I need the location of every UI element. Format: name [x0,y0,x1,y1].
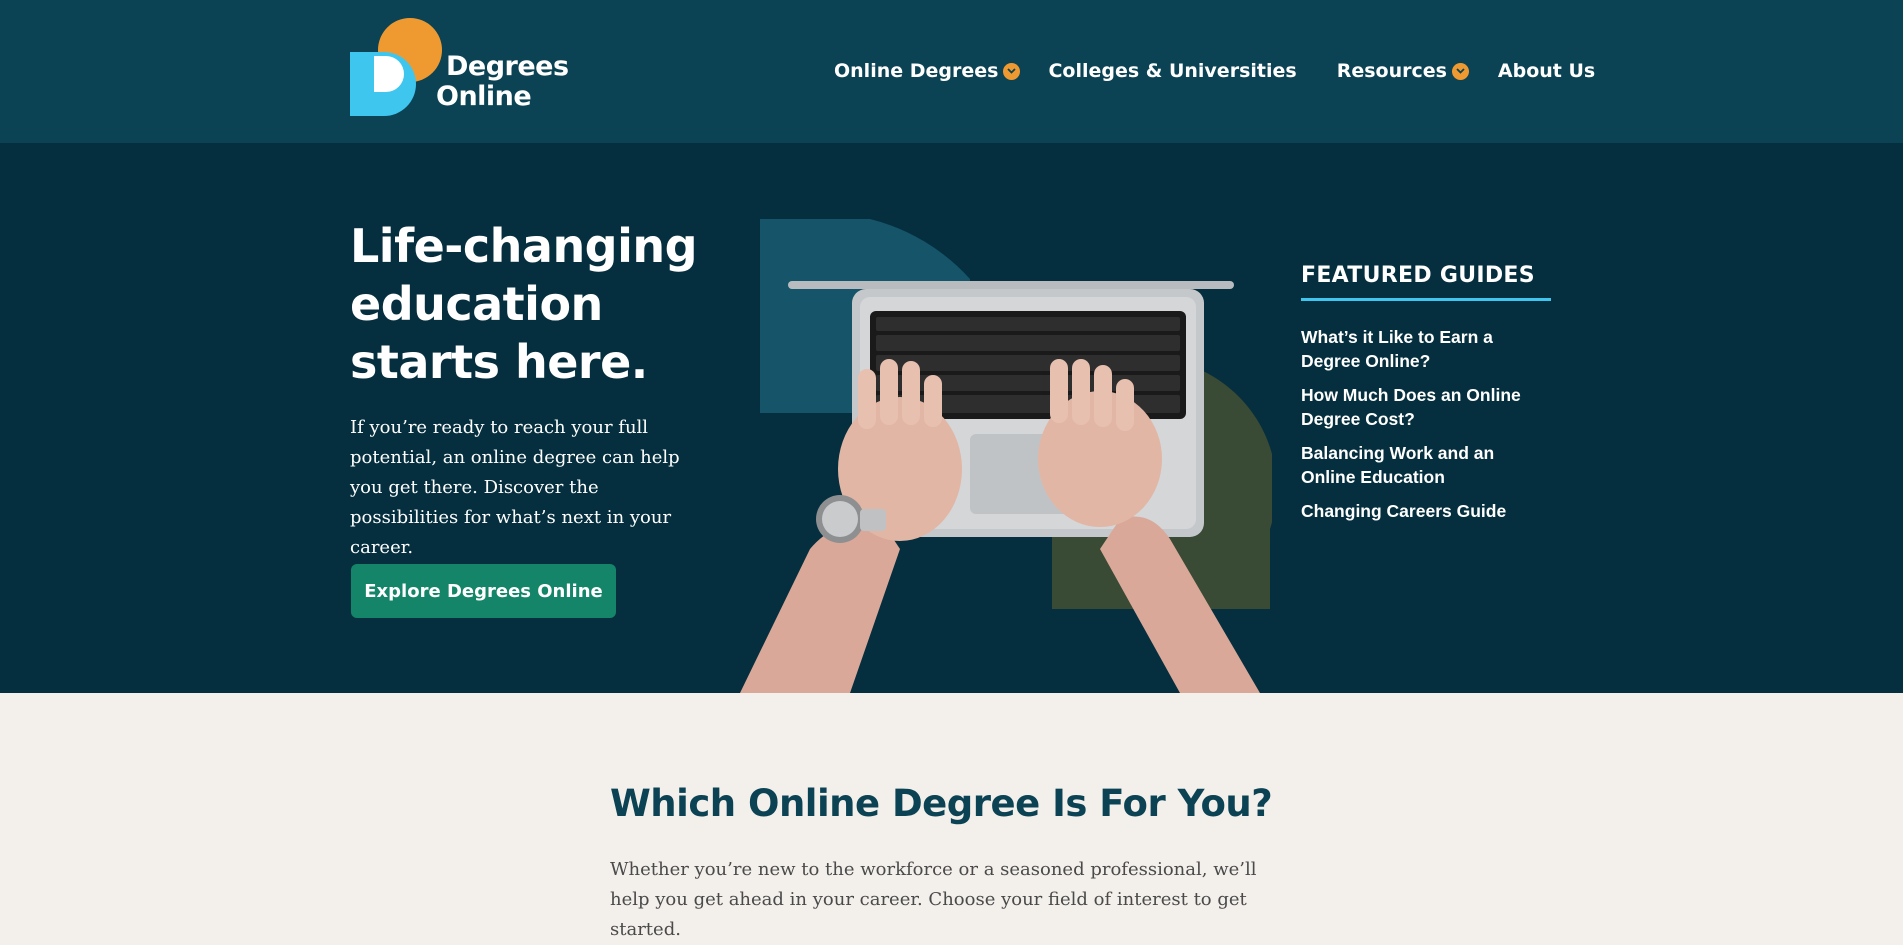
site-header: Degrees Online Online Degrees Colleges &… [0,0,1903,143]
laptop-typing-hands-image [740,219,1272,693]
nav-about-us[interactable]: About Us [1498,60,1595,82]
featured-guide-link[interactable]: How Much Does an Online Degree Cost? [1301,383,1551,431]
featured-guide-link[interactable]: What’s it Like to Earn a Degree Online? [1301,325,1551,373]
hero-lead: If you’re ready to reach your full poten… [350,417,680,558]
degrees-section-title: Which Online Degree Is For You? [610,782,1273,825]
featured-guides-heading: FEATURED GUIDES [1301,263,1551,301]
logo-line-2: Online [436,81,532,112]
featured-guide-link[interactable]: Balancing Work and an Online Education [1301,441,1551,489]
logo-line-1: Degrees [446,51,569,82]
degrees-section-lead: Whether you’re new to the workforce or a… [610,859,1257,940]
hero-title: Life-changing education starts here. [350,219,698,389]
nav-resources[interactable]: Resources [1337,60,1469,82]
featured-guides: FEATURED GUIDES What’s it Like to Earn a… [1301,263,1551,533]
chevron-down-icon[interactable] [1003,62,1021,80]
featured-guides-list: What’s it Like to Earn a Degree Online? … [1301,325,1551,523]
nav-online-degrees[interactable]: Online Degrees [834,60,1021,82]
hero-section: Life-changing education starts here. If … [0,143,1903,693]
main-nav: Online Degrees Colleges & Universities R… [834,56,1595,86]
explore-degrees-button[interactable]: Explore Degrees Online [351,564,616,618]
nav-colleges-universities-label: Colleges & Universities [1048,60,1297,82]
nav-colleges-universities[interactable]: Colleges & Universities [1048,60,1296,82]
nav-online-degrees-label: Online Degrees [834,60,999,82]
nav-about-us-label: About Us [1497,60,1596,82]
featured-guide-link[interactable]: Changing Careers Guide [1301,499,1551,523]
logo-wordmark: Degrees Online [436,52,569,112]
logo-mark-icon [350,18,442,116]
site-logo[interactable]: Degrees Online [350,18,590,118]
nav-resources-label: Resources [1336,60,1447,82]
chevron-down-icon[interactable] [1451,62,1469,80]
